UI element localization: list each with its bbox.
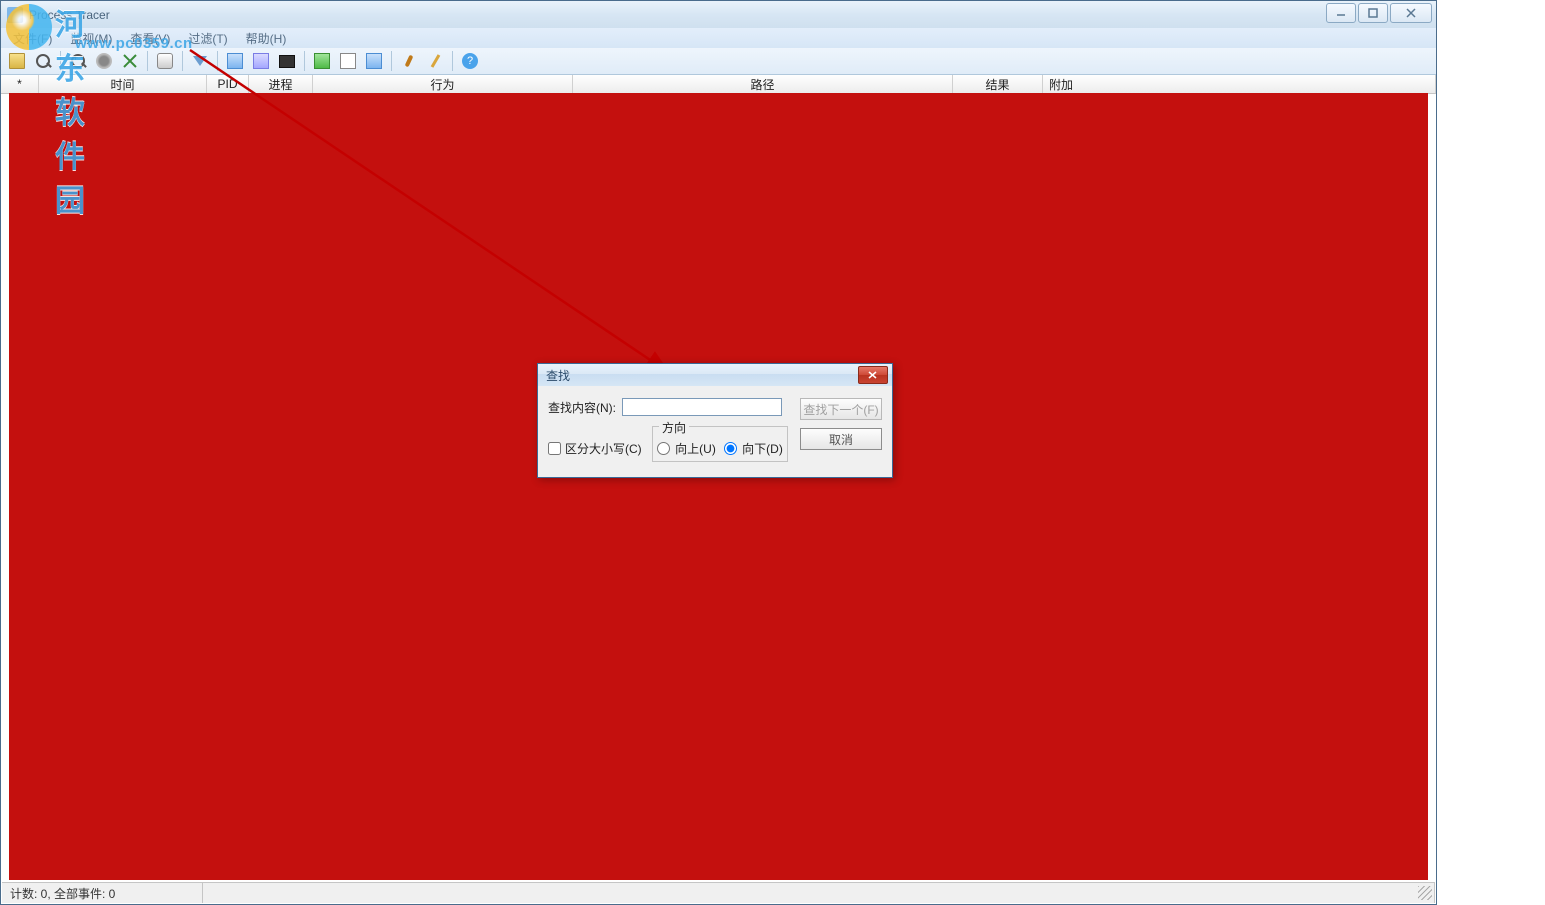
- direction-down-option[interactable]: 向下(D): [724, 440, 783, 457]
- tool-screen-icon[interactable]: [275, 49, 299, 73]
- tool-zoom-plus-icon[interactable]: [66, 49, 90, 73]
- tool-process-icon[interactable]: [362, 49, 386, 73]
- statusbar: 计数: 0, 全部事件: 0: [2, 882, 1435, 903]
- direction-up-radio[interactable]: [657, 442, 670, 455]
- titlebar: Process Tracer: [1, 1, 1436, 28]
- status-empty: [203, 883, 1435, 903]
- direction-up-label: 向上(U): [675, 440, 716, 457]
- toolbar-separator: [304, 51, 305, 71]
- menu-monitor[interactable]: 监视(M): [62, 28, 120, 49]
- find-dialog-title: 查找: [546, 367, 570, 384]
- menu-help[interactable]: 帮助(H): [238, 28, 295, 49]
- tool-cross-icon[interactable]: [118, 49, 142, 73]
- direction-up-option[interactable]: 向上(U): [657, 440, 716, 457]
- toolbar-separator: [217, 51, 218, 71]
- menu-filter[interactable]: 过滤(T): [180, 28, 235, 49]
- window-controls: [1326, 3, 1432, 23]
- direction-groupbox: 方向 向上(U) 向下(D): [652, 426, 788, 462]
- case-sensitive-label: 区分大小写(C): [565, 440, 642, 457]
- col-result[interactable]: 结果: [953, 75, 1043, 93]
- col-process[interactable]: 进程: [249, 75, 313, 93]
- find-dialog-body: 查找内容(N): 查找下一个(F) 取消 方向 向上(U) 向下(D) 区分大小…: [538, 386, 892, 477]
- tool-registry-icon[interactable]: [310, 49, 334, 73]
- menu-view[interactable]: 查看(V): [122, 28, 178, 49]
- column-headers: * 时间 PID 进程 行为 路径 结果 附加: [1, 75, 1436, 94]
- tool-open-icon[interactable]: [5, 49, 29, 73]
- col-time[interactable]: 时间: [39, 75, 207, 93]
- maximize-button[interactable]: [1358, 3, 1388, 23]
- toolbar: ?: [1, 48, 1436, 75]
- find-dialog-titlebar[interactable]: 查找: [538, 364, 892, 386]
- status-count: 计数: 0, 全部事件: 0: [2, 883, 203, 903]
- case-sensitive-checkbox[interactable]: [548, 442, 561, 455]
- menubar: 文件(F) 监视(M) 查看(V) 过滤(T) 帮助(H): [1, 28, 1436, 48]
- tool-gear-icon[interactable]: [92, 49, 116, 73]
- find-content-input[interactable]: [622, 398, 782, 416]
- event-list-area[interactable]: [9, 93, 1428, 880]
- tool-pin-icon[interactable]: [397, 49, 421, 73]
- col-extra[interactable]: 附加: [1043, 75, 1436, 93]
- col-behavior[interactable]: 行为: [313, 75, 573, 93]
- col-path[interactable]: 路径: [573, 75, 953, 93]
- find-cancel-button[interactable]: 取消: [800, 428, 882, 450]
- col-pid[interactable]: PID: [207, 75, 249, 93]
- tool-file-icon[interactable]: [336, 49, 360, 73]
- tool-filter-icon[interactable]: [188, 49, 212, 73]
- tool-monitor-icon[interactable]: [223, 49, 247, 73]
- toolbar-separator: [182, 51, 183, 71]
- toolbar-separator: [391, 51, 392, 71]
- direction-legend: 方向: [659, 419, 689, 436]
- resize-grip-icon[interactable]: [1418, 886, 1432, 900]
- col-star[interactable]: *: [1, 75, 39, 93]
- minimize-button[interactable]: [1326, 3, 1356, 23]
- close-button[interactable]: [1390, 3, 1432, 23]
- tool-wand-icon[interactable]: [423, 49, 447, 73]
- toolbar-separator: [452, 51, 453, 71]
- toolbar-separator: [60, 51, 61, 71]
- direction-down-radio[interactable]: [724, 442, 737, 455]
- case-sensitive-option[interactable]: 区分大小写(C): [548, 440, 642, 457]
- tool-db-icon[interactable]: [153, 49, 177, 73]
- find-next-button[interactable]: 查找下一个(F): [800, 398, 882, 420]
- find-dialog: 查找 查找内容(N): 查找下一个(F) 取消 方向 向上(U) 向下(D): [537, 363, 893, 478]
- tool-zoom-icon[interactable]: [31, 49, 55, 73]
- direction-down-label: 向下(D): [742, 440, 783, 457]
- tool-help-icon[interactable]: ?: [458, 49, 482, 73]
- window-title: Process Tracer: [29, 8, 110, 22]
- find-content-label: 查找内容(N):: [548, 399, 616, 416]
- app-icon: [7, 7, 23, 23]
- menu-file[interactable]: 文件(F): [5, 28, 60, 49]
- toolbar-separator: [147, 51, 148, 71]
- find-dialog-close-button[interactable]: [858, 366, 888, 384]
- tool-monitor2-icon[interactable]: [249, 49, 273, 73]
